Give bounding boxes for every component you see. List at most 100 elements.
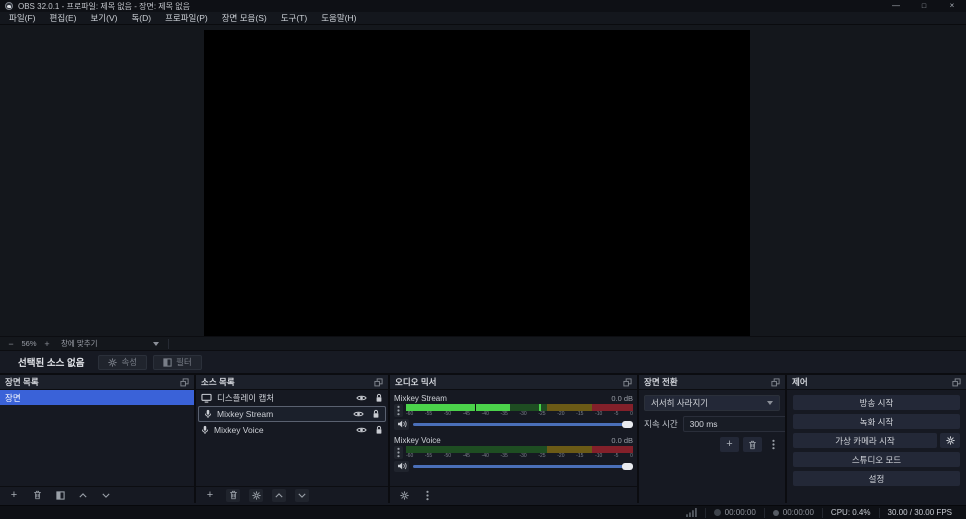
mute-button[interactable] — [394, 418, 409, 430]
kebab-icon — [425, 490, 429, 500]
close-button[interactable]: × — [938, 0, 966, 12]
scene-filters-button[interactable] — [53, 489, 67, 502]
chevron-down-icon — [298, 493, 306, 498]
kebab-icon — [771, 439, 775, 450]
properties-button[interactable]: 속성 — [98, 354, 148, 370]
preview-area — [0, 25, 966, 336]
lock-icon[interactable] — [372, 409, 380, 419]
popout-icon[interactable] — [623, 377, 632, 387]
advanced-audio-button[interactable] — [397, 489, 411, 502]
stream-time: 00:00:00 — [724, 508, 756, 517]
db-tick-label: -25 — [538, 453, 546, 459]
maximize-button[interactable]: □ — [910, 0, 938, 12]
volume-slider[interactable] — [413, 461, 633, 472]
move-source-up-button[interactable] — [272, 488, 286, 502]
scene-item[interactable]: 장면 — [0, 390, 194, 405]
remove-scene-button[interactable] — [30, 489, 44, 502]
slider-handle[interactable] — [622, 420, 633, 428]
menu-profile[interactable]: 프로파일(P) — [158, 12, 215, 24]
volume-meter-wrap: -60 -55 -50 -45 -40 -35 -30 -25 -20 -15 … — [406, 404, 633, 417]
sources-toolbar: + — [196, 486, 388, 503]
settings-button[interactable]: 설정 — [793, 471, 960, 486]
duration-row: 지속 시간 ▲ ▼ — [644, 416, 785, 432]
window-title: OBS 32.0.1 - 프로파일: 제목 없음 - 장면: 제목 없음 — [18, 1, 190, 11]
lock-icon[interactable] — [375, 425, 383, 435]
mute-button[interactable] — [394, 460, 409, 472]
add-transition-button[interactable]: + — [720, 437, 739, 452]
db-tick-label: -50 — [443, 411, 452, 417]
source-item-mixkey-voice[interactable]: Mixkey Voice — [196, 422, 388, 438]
add-source-button[interactable]: + — [203, 489, 217, 502]
volume-meter — [406, 404, 633, 411]
channel-slider-row — [394, 418, 633, 430]
remove-source-button[interactable] — [226, 488, 240, 502]
channel-menu-button[interactable] — [394, 446, 403, 459]
volume-meter-wrap: -60 -55 -50 -45 -40 -35 -30 -25 -20 -15 … — [406, 446, 633, 459]
menu-scene-collection[interactable]: 장면 모음(S) — [215, 12, 274, 24]
zoom-out-button[interactable]: − — [6, 339, 16, 349]
transition-select[interactable]: 서서히 사라지기 — [644, 395, 780, 411]
channel-name: Mixkey Stream — [394, 393, 447, 403]
popout-icon[interactable] — [952, 377, 961, 387]
eye-icon[interactable] — [353, 410, 364, 418]
menu-view[interactable]: 보기(V) — [83, 12, 124, 24]
virtual-camera-config-button[interactable] — [940, 433, 960, 448]
preview-canvas[interactable] — [204, 30, 750, 336]
chevron-down-icon — [767, 401, 773, 405]
db-tick-label: -30 — [519, 453, 527, 459]
popout-icon[interactable] — [180, 377, 189, 387]
db-tick-label: -30 — [519, 411, 527, 417]
transitions-panel-title: 장면 전환 — [644, 377, 678, 387]
transition-menu-button[interactable] — [766, 438, 780, 451]
db-tick-label: 0 — [630, 411, 633, 417]
channel-name: Mixkey Voice — [394, 435, 441, 445]
db-tick-label: -45 — [462, 453, 470, 459]
zoom-in-button[interactable]: + — [42, 339, 52, 349]
menu-docks[interactable]: 독(D) — [124, 12, 158, 24]
mixer-channels: Mixkey Stream 0.0 dB -60 -55 -50 -45 -40… — [390, 390, 637, 486]
filters-button[interactable]: 필터 — [153, 354, 202, 370]
record-dot-icon — [772, 509, 779, 516]
start-streaming-button[interactable]: 방송 시작 — [793, 395, 960, 410]
db-tick-label: -20 — [557, 453, 565, 459]
volume-slider[interactable] — [413, 419, 633, 430]
trash-icon — [229, 490, 237, 500]
move-source-down-button[interactable] — [295, 488, 309, 502]
minimize-button[interactable]: — — [882, 0, 910, 12]
add-scene-button[interactable]: + — [7, 489, 21, 502]
slider-handle[interactable] — [622, 462, 633, 470]
remove-transition-button[interactable] — [743, 437, 762, 452]
menu-edit[interactable]: 편집(E) — [43, 12, 84, 24]
db-tick-label: -60 — [406, 411, 414, 417]
source-item-mixkey-stream[interactable]: Mixkey Stream — [198, 406, 386, 422]
studio-mode-button[interactable]: 스튜디오 모드 — [793, 452, 960, 467]
channel-menu-button[interactable] — [394, 404, 403, 417]
transitions-panel-header: 장면 전환 — [639, 375, 785, 390]
db-tick-label: -55 — [424, 453, 433, 459]
scene-transitions-panel: 장면 전환 서서히 사라지기 지속 시간 ▲ ▼ — [639, 375, 785, 503]
lock-icon[interactable] — [375, 393, 383, 403]
scenes-panel-title: 장면 목록 — [5, 377, 39, 387]
menu-file[interactable]: 파일(F) — [2, 12, 43, 24]
eye-icon[interactable] — [356, 394, 367, 402]
slider-track-fill — [413, 422, 629, 426]
mixer-menu-button[interactable] — [420, 489, 434, 502]
menu-tools[interactable]: 도구(T) — [274, 12, 315, 24]
gear-icon — [945, 436, 955, 445]
move-scene-up-button[interactable] — [76, 489, 90, 502]
source-item-display-capture[interactable]: 디스플레이 캡처 — [196, 390, 388, 406]
start-virtual-camera-button[interactable]: 가상 카메라 시작 — [793, 433, 937, 448]
start-recording-button[interactable]: 녹화 시작 — [793, 414, 960, 429]
duration-input[interactable] — [683, 419, 785, 429]
mixer-panel-header: 오디오 믹서 — [390, 375, 637, 390]
fit-to-window-dropdown[interactable]: 창에 맞추기 — [55, 338, 165, 349]
source-item-label: Mixkey Voice — [214, 425, 264, 435]
menu-help[interactable]: 도움말(H) — [314, 12, 363, 24]
popout-icon[interactable] — [771, 377, 780, 387]
source-properties-button[interactable] — [249, 488, 263, 502]
stream-timer: 00:00:00 — [706, 508, 764, 518]
popout-icon[interactable] — [374, 377, 383, 387]
move-scene-down-button[interactable] — [99, 489, 113, 502]
eye-icon[interactable] — [356, 426, 367, 434]
chevron-up-icon — [79, 492, 87, 497]
